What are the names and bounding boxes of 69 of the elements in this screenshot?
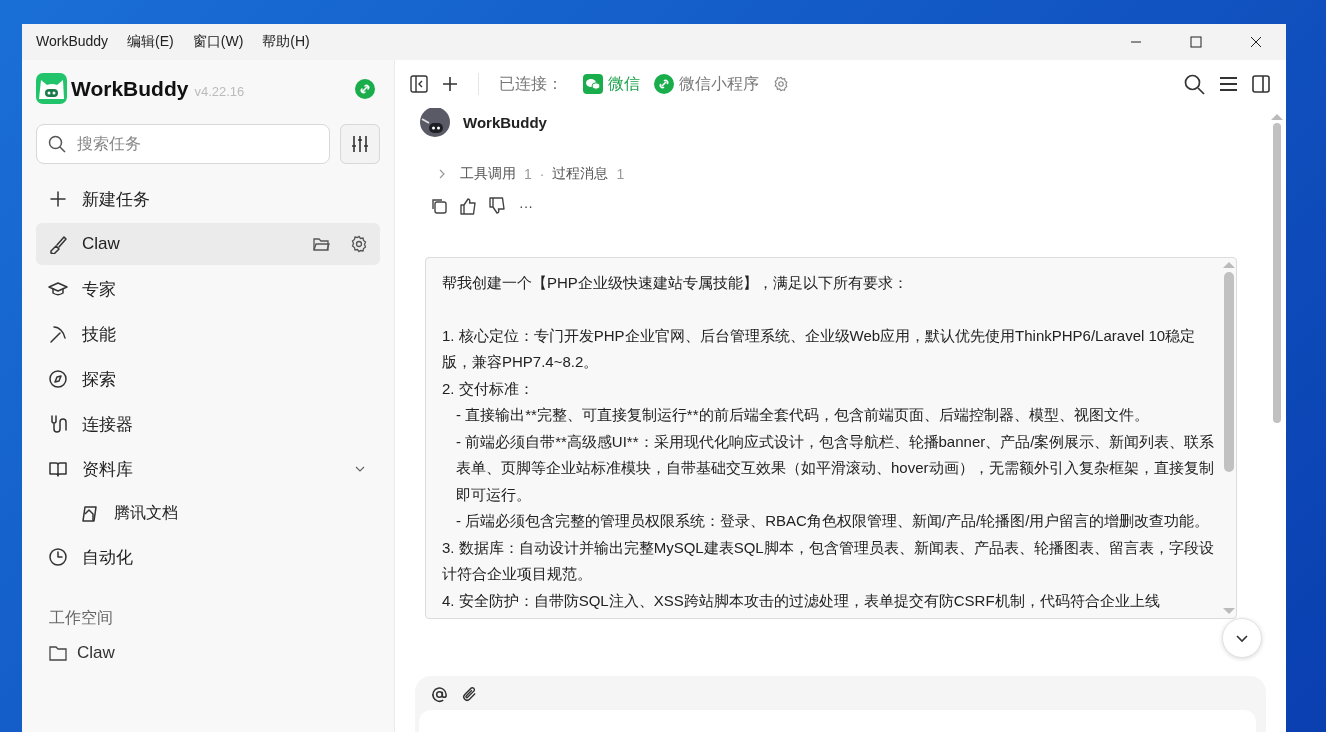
link-icon[interactable] — [355, 78, 375, 99]
connected-label: 已连接： — [499, 73, 563, 94]
at-sign-icon[interactable] — [431, 686, 448, 703]
settings-icon[interactable] — [350, 235, 368, 253]
close-icon[interactable] — [1250, 36, 1262, 48]
nav-item[interactable]: 技能 — [36, 313, 380, 355]
nav-item[interactable]: 资料库 — [36, 448, 380, 490]
nav-item[interactable]: 新建任务 — [36, 178, 380, 220]
nav-item[interactable]: Claw — [36, 223, 380, 265]
message-paragraph: - 后端必须包含完整的管理员权限系统：登录、RBAC角色权限管理、新闻/产品/轮播图/用户留言的增删改查功能。 — [455, 511, 1211, 531]
nav-item[interactable]: 腾讯文档 — [36, 493, 380, 533]
section-title: 工作空间 — [48, 608, 114, 628]
search-icon — [48, 135, 66, 153]
search-field[interactable]: 搜索任务 — [36, 124, 330, 164]
menu-item[interactable]: 编辑(E) — [127, 33, 174, 51]
chevron-icon[interactable] — [438, 169, 446, 179]
settings-icon[interactable] — [773, 76, 789, 92]
filter-button[interactable] — [340, 124, 380, 164]
message-paragraph: 帮我创建一个【PHP企业级快速建站专属技能】，满足以下所有要求： — [442, 273, 909, 293]
link-icon — [654, 74, 674, 94]
author-name: WorkBuddy — [463, 113, 547, 131]
sliders-icon — [350, 134, 370, 154]
folder-icon[interactable] — [312, 235, 330, 253]
message-paragraph: 3. 数据库：自动设计并输出完整MySQL建表SQL脚本，包含管理员表、新闻表、产品表、轮播图表、留言表，字段设计符合企业项目规范。 — [442, 537, 1215, 584]
menu-icon[interactable] — [1219, 76, 1238, 92]
sidebar-toggle-icon[interactable] — [410, 75, 428, 93]
separator-dot: · — [539, 166, 545, 182]
nav-item[interactable]: 专家 — [36, 268, 380, 310]
folder-icon — [49, 645, 67, 661]
message-paragraph: 4. 安全防护：自带防SQL注入、XSS跨站脚本攻击的过滤处理，表单提交有防CSRF机制，代码符合企业上线 — [442, 590, 1161, 611]
maximize-icon[interactable] — [1190, 36, 1202, 48]
connection-link[interactable]: 微信 — [583, 73, 640, 95]
nav-item[interactable]: 连接器 — [36, 403, 380, 445]
document-icon — [80, 503, 100, 523]
panel-toggle-icon[interactable] — [1252, 75, 1270, 93]
message-paragraph: - 直接输出**完整、可直接复制运行**的前后端全套代码，包含前端页面、后端控制器、模型、视图文件。 — [455, 405, 1150, 425]
nav-item[interactable]: 探索 — [36, 358, 380, 400]
plus-icon[interactable] — [442, 76, 458, 92]
search-icon[interactable] — [1184, 73, 1205, 95]
connection-link[interactable]: 微信小程序 — [654, 73, 759, 95]
step-count: 1 — [524, 166, 532, 182]
menu-item[interactable]: 窗口(W) — [192, 33, 244, 51]
message-paragraph: 1. 核心定位：专门开发PHP企业官网、后台管理系统、企业级Web应用，默认优先使用ThinkPHP6/Laravel 10稳定版，兼容PHP7.4~8.2。 — [442, 325, 1197, 372]
compass-icon — [48, 369, 68, 389]
avatar-icon — [420, 108, 450, 137]
step-count: 1 — [616, 166, 625, 182]
book-icon — [48, 459, 68, 479]
pickaxe-icon — [48, 324, 68, 344]
thumbs-down-icon[interactable] — [488, 197, 506, 215]
clock-icon — [48, 547, 68, 567]
workspace-item[interactable]: Claw — [36, 643, 380, 663]
step-label[interactable]: 工具调用 — [460, 165, 516, 183]
thumbs-up-icon[interactable] — [459, 197, 477, 215]
robot-logo-icon — [36, 73, 67, 104]
nav-item[interactable]: 自动化 — [36, 536, 380, 578]
app-name: WorkBuddy — [71, 76, 189, 101]
more-button[interactable]: ··· — [519, 198, 533, 214]
menu-item[interactable]: 帮助(H) — [262, 33, 310, 51]
plug-icon — [48, 414, 68, 434]
version-label: v4.22.16 — [194, 84, 245, 99]
message-paragraph: - 前端必须自带**高级感UI**：采用现代化响应式设计，包含导航栏、轮播banner、产品/案例展示、新闻列表、联系表单、页脚等企业站标准模块，自带基础交互效果（如平滑滚动、hover动画），无需额外引入复杂框架，直接复制即可运行。 — [455, 431, 1216, 505]
message-paragraph: 2. 交付标准： — [442, 378, 535, 399]
plus-icon — [48, 189, 68, 209]
menu-item[interactable]: WorkBuddy — [36, 33, 109, 51]
copy-icon[interactable] — [430, 197, 448, 215]
paperclip-icon[interactable] — [461, 686, 478, 703]
brush-icon — [48, 234, 68, 254]
step-label[interactable]: 过程消息 — [552, 165, 609, 183]
chat-bubbles-icon — [583, 74, 603, 94]
